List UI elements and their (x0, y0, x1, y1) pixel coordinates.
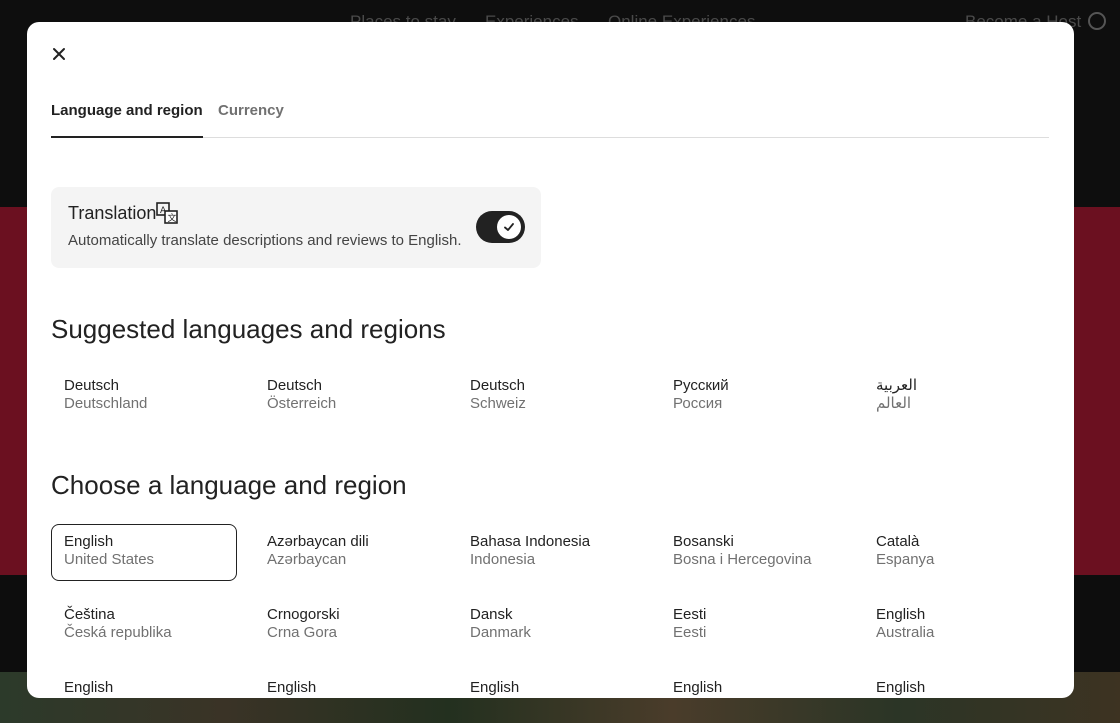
translation-title: Translation (68, 203, 157, 223)
region-name: Österreich (267, 395, 337, 412)
language-option[interactable]: English Australia (863, 597, 1049, 654)
tab-currency[interactable]: Currency (218, 102, 284, 138)
language-name: English (64, 533, 114, 550)
language-name: Deutsch (64, 377, 120, 394)
language-option[interactable]: Bosanski Bosna i Hercegovina (660, 524, 846, 581)
language-name: Bahasa Indonesia (470, 533, 591, 550)
language-region-modal: Language and region Currency Translation… (27, 22, 1074, 698)
svg-text:文: 文 (168, 212, 177, 224)
region-name: Danmark (470, 624, 531, 641)
region-name: Schweiz (470, 395, 526, 412)
language-option[interactable]: Bahasa Indonesia Indonesia (457, 524, 643, 581)
region-name: Indonesia (470, 551, 536, 568)
close-icon (53, 48, 65, 60)
language-name: Русский (673, 377, 729, 394)
tab-language-and-region[interactable]: Language and region (51, 102, 203, 138)
language-name: English (876, 606, 926, 623)
language-option[interactable]: Crnogorski Crna Gora (254, 597, 440, 654)
language-name: Deutsch (267, 377, 323, 394)
language-name: Bosanski (673, 533, 734, 550)
language-option[interactable]: English (254, 670, 440, 698)
choose-section-title: Choose a language and region (51, 470, 407, 500)
modal-tabs: Language and region Currency (51, 100, 1049, 138)
language-option[interactable]: Русский Россия (660, 368, 846, 425)
region-name: Deutschland (64, 395, 148, 412)
close-button[interactable] (47, 42, 71, 66)
language-name: Crnogorski (267, 606, 340, 623)
region-name: Eesti (673, 624, 707, 641)
translate-icon: A 文 (156, 202, 178, 224)
language-option[interactable]: English (51, 670, 237, 698)
language-option[interactable]: Deutsch Österreich (254, 368, 440, 425)
language-name: English (64, 679, 114, 696)
language-name: Azərbaycan dili (267, 533, 369, 550)
translation-card: Translation A 文 Automatically translate … (51, 187, 541, 268)
region-name: United States (64, 551, 155, 568)
language-option[interactable]: Català Espanya (863, 524, 1049, 581)
language-option[interactable]: English (660, 670, 846, 698)
language-name: Eesti (673, 606, 707, 623)
language-name: Čeština (64, 606, 115, 623)
language-option[interactable]: Azərbaycan dili Azərbaycan (254, 524, 440, 581)
check-icon (504, 223, 514, 231)
language-option[interactable]: English (863, 670, 1049, 698)
language-name: Deutsch (470, 377, 526, 394)
language-name: العربية (876, 377, 917, 394)
language-name: Dansk (470, 606, 513, 623)
translation-toggle[interactable] (476, 211, 525, 243)
language-option[interactable]: Dansk Danmark (457, 597, 643, 654)
language-option[interactable]: Deutsch Schweiz (457, 368, 643, 425)
region-name: Česká republika (64, 624, 172, 641)
language-option[interactable]: Eesti Eesti (660, 597, 846, 654)
language-name: English (267, 679, 317, 696)
region-name: Crna Gora (267, 624, 338, 641)
toggle-knob (497, 215, 521, 239)
region-name: Россия (673, 395, 723, 412)
region-name: Azərbaycan (267, 551, 347, 568)
suggested-section-title: Suggested languages and regions (51, 314, 446, 344)
language-option[interactable]: English (457, 670, 643, 698)
language-name: English (470, 679, 520, 696)
language-name: Català (876, 533, 920, 550)
language-option[interactable]: العربية العالم (863, 368, 1049, 425)
globe-icon (1088, 12, 1106, 30)
region-name: Australia (876, 624, 935, 641)
region-name: العالم (876, 395, 912, 412)
language-name: English (876, 679, 926, 696)
language-option[interactable]: Deutsch Deutschland (51, 368, 237, 425)
language-option[interactable]: Čeština Česká republika (51, 597, 237, 654)
translation-description: Automatically translate descriptions and… (68, 232, 462, 249)
region-name: Bosna i Hercegovina (673, 551, 812, 568)
region-name: Espanya (876, 551, 935, 568)
language-option[interactable]: English United States (51, 524, 237, 581)
language-name: English (673, 679, 723, 696)
